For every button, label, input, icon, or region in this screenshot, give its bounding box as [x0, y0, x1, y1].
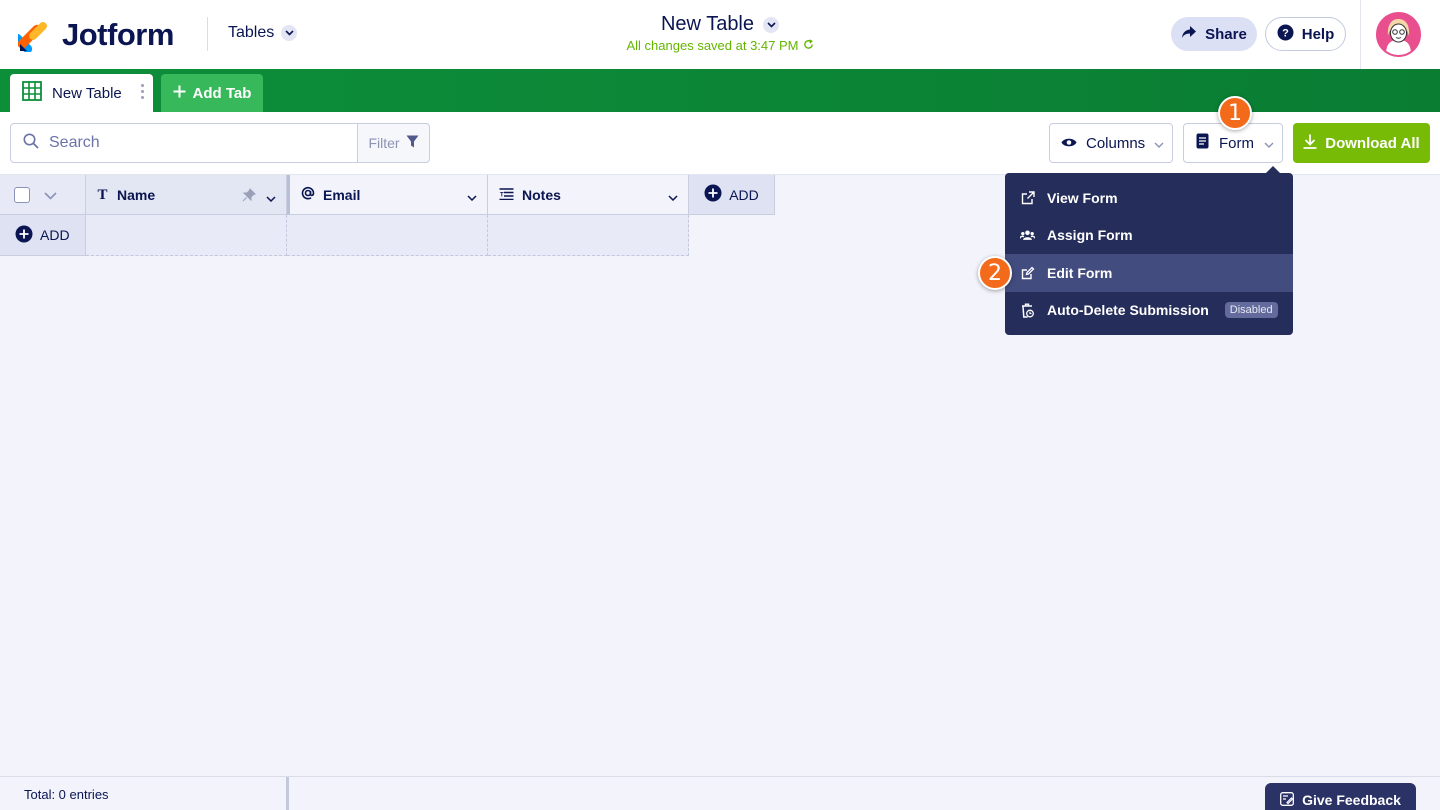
chevron-down-icon[interactable] [266, 189, 276, 205]
download-all-label: Download All [1325, 134, 1420, 152]
plus-circle-icon [15, 225, 33, 246]
chevron-down-icon [281, 25, 298, 41]
select-all-cell [0, 175, 86, 215]
svg-text:?: ? [1282, 27, 1289, 39]
search-input[interactable] [49, 134, 329, 152]
form-label: Form [1219, 134, 1254, 152]
select-all-checkbox[interactable] [14, 186, 30, 203]
header-divider [207, 17, 208, 51]
plus-circle-icon [704, 184, 722, 205]
section-menu-label: Tables [228, 24, 275, 41]
header-divider [1360, 0, 1361, 69]
menu-item-label: View Form [1047, 189, 1118, 206]
column-label: Email [323, 186, 361, 203]
give-feedback-label: Give Feedback [1302, 792, 1401, 808]
help-label: Help [1301, 25, 1335, 43]
help-icon: ? [1277, 24, 1294, 45]
table-title-area: New Table All changes saved at 3:47 PM [520, 13, 920, 53]
save-status-text: All changes saved at 3:47 PM [626, 38, 799, 53]
chevron-down-icon [1154, 135, 1164, 152]
at-icon [301, 186, 315, 203]
step-marker-2: 2 [978, 256, 1012, 290]
form-icon [1196, 133, 1209, 153]
tab-label: New Table [52, 84, 122, 102]
menu-item-label: Edit Form [1047, 264, 1113, 281]
pin-icon[interactable] [242, 188, 256, 205]
column-header-email[interactable]: Email [287, 175, 488, 215]
app-header: Jotform Tables New Table All changes sav… [0, 0, 1440, 69]
share-label: Share [1205, 25, 1247, 43]
share-icon [1181, 25, 1197, 43]
form-dropdown-menu: View Form Assign Form Edit Form Auto-Del… [1005, 173, 1293, 335]
plus-icon [173, 85, 186, 102]
table-title-button[interactable]: New Table [660, 13, 780, 36]
download-all-button[interactable]: Download All [1293, 123, 1430, 163]
share-button[interactable]: Share [1171, 17, 1257, 51]
refresh-icon[interactable] [803, 38, 814, 53]
chevron-down-icon[interactable] [44, 187, 57, 203]
menu-item-label: Auto-Delete Submission [1047, 302, 1209, 319]
new-row-cell-name[interactable] [86, 215, 287, 256]
status-badge: Disabled [1224, 302, 1278, 319]
notes-icon: T [499, 187, 514, 203]
tab-new-table[interactable]: New Table [10, 74, 153, 112]
add-tab-button[interactable]: Add Tab [161, 74, 263, 112]
columns-button[interactable]: Columns [1049, 123, 1173, 163]
columns-label: Columns [1086, 134, 1146, 152]
step-marker-1: 1 [1218, 96, 1252, 130]
auto-delete-icon [1020, 303, 1035, 318]
edit-icon [1020, 266, 1035, 280]
entries-total: Total: 0 entries [0, 777, 289, 810]
add-column-label: ADD [729, 186, 759, 203]
column-header-name[interactable]: T Name [86, 175, 287, 215]
new-row-cell-notes[interactable] [488, 215, 689, 256]
chevron-down-icon[interactable] [668, 188, 678, 204]
svg-text:T: T [500, 192, 504, 198]
filter-label: Filter [368, 135, 400, 151]
filter-icon [406, 135, 419, 151]
external-link-icon [1020, 191, 1035, 205]
chevron-down-icon [763, 16, 780, 33]
table-grid-icon [22, 81, 42, 105]
column-header-notes[interactable]: T Notes [488, 175, 689, 215]
download-icon [1303, 134, 1317, 153]
menu-item-auto-delete-submission[interactable]: Auto-Delete Submission Disabled [1005, 292, 1293, 330]
table-title: New Table [660, 13, 755, 35]
new-row-cell-email[interactable] [287, 215, 488, 256]
help-button[interactable]: ? Help [1265, 17, 1346, 51]
jotform-logo[interactable]: Jotform [12, 17, 174, 54]
add-row-label: ADD [40, 227, 70, 243]
section-menu-button[interactable]: Tables [228, 24, 298, 42]
svg-text:T: T [97, 187, 107, 200]
chevron-down-icon[interactable] [467, 188, 477, 204]
eye-icon [1061, 135, 1077, 152]
text-icon: T [96, 187, 109, 203]
filter-button[interactable]: Filter [357, 123, 430, 163]
menu-item-view-form[interactable]: View Form [1005, 179, 1293, 217]
column-label: Name [117, 186, 156, 203]
brand-name: Jotform [62, 17, 174, 52]
user-avatar[interactable] [1376, 12, 1421, 57]
add-row-button[interactable]: ADD [0, 215, 86, 256]
add-column-button[interactable]: ADD [689, 175, 775, 215]
users-icon [1020, 229, 1035, 241]
menu-item-assign-form[interactable]: Assign Form [1005, 217, 1293, 255]
give-feedback-button[interactable]: Give Feedback [1265, 783, 1416, 810]
jotform-logo-icon [12, 18, 52, 54]
status-footer: Total: 0 entries Give Feedback [0, 776, 1440, 810]
chevron-down-icon [1264, 135, 1274, 152]
menu-item-label: Assign Form [1047, 227, 1133, 244]
search-icon [23, 133, 39, 154]
search-box [10, 123, 358, 163]
menu-item-edit-form[interactable]: Edit Form [1005, 254, 1293, 292]
add-tab-label: Add Tab [192, 84, 252, 102]
save-status: All changes saved at 3:47 PM [520, 38, 920, 53]
column-label: Notes [522, 186, 561, 203]
feedback-icon [1280, 791, 1295, 809]
tab-options-icon[interactable] [141, 84, 144, 99]
